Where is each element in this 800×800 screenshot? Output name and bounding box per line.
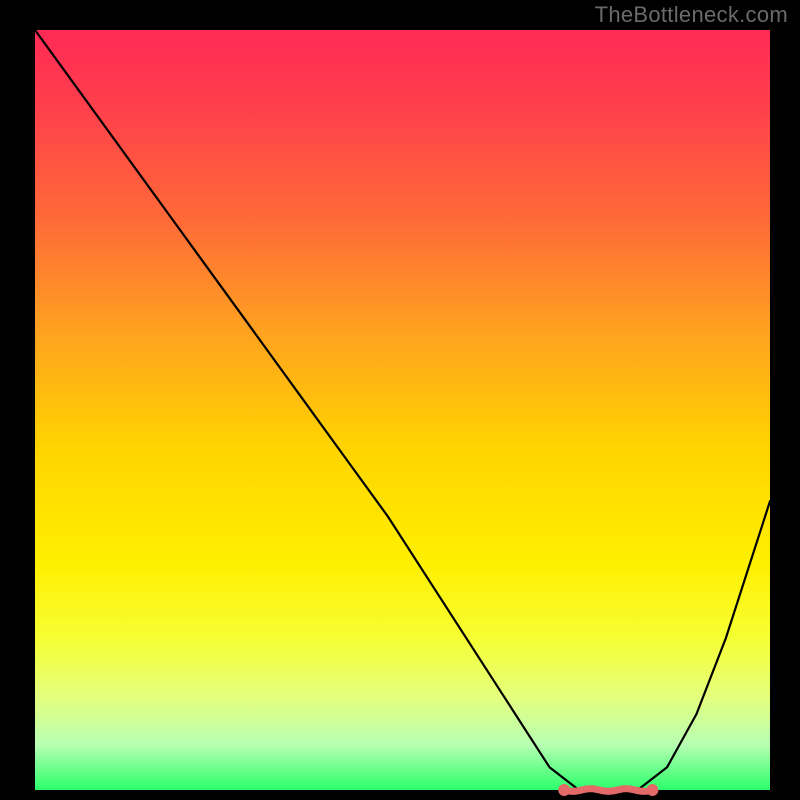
optimal-range-highlight — [564, 789, 652, 792]
range-end-marker-0 — [558, 784, 570, 796]
chart-stage: TheBottleneck.com — [0, 0, 800, 800]
watermark-text: TheBottleneck.com — [595, 2, 788, 28]
range-end-marker-1 — [646, 784, 658, 796]
bottleneck-curve-plot — [0, 0, 800, 800]
gradient-background — [35, 30, 770, 790]
